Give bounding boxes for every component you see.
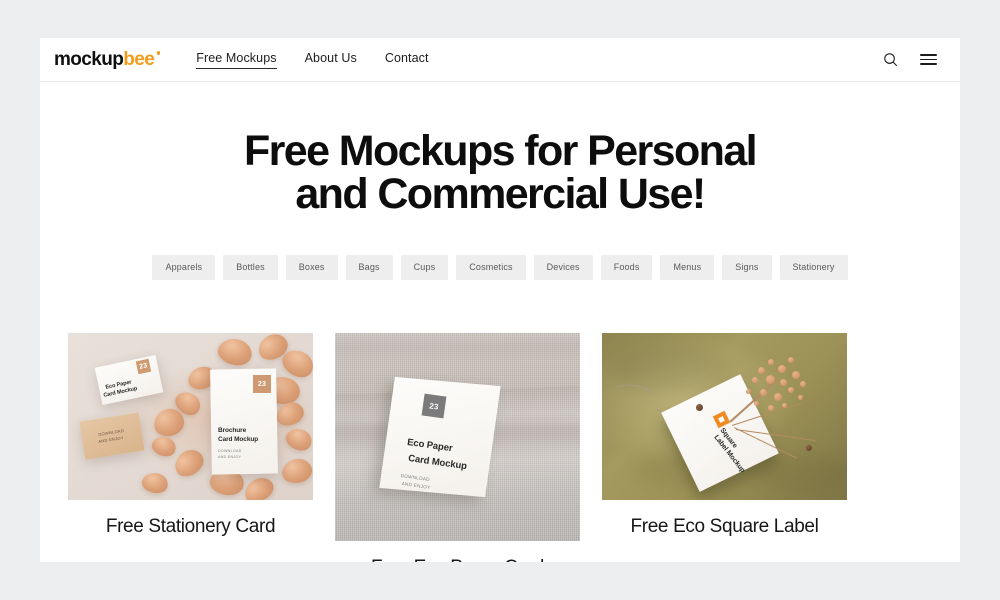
category-chip-list: Apparels Bottles Boxes Bags Cups Cosmeti… (100, 255, 900, 280)
site-header: mockupbee Free Mockups About Us Contact (40, 38, 960, 82)
category-chip-cosmetics[interactable]: Cosmetics (456, 255, 526, 280)
main-nav: Free Mockups About Us Contact (196, 51, 429, 69)
hero-section: Free Mockups for Personal and Commercial… (40, 82, 960, 280)
nav-link-about-us[interactable]: About Us (305, 51, 357, 69)
thumb-brochure-sub1: DOWNLOAD (218, 449, 242, 453)
card-thumbnail-square-label: Square Label Mockup (602, 333, 847, 500)
mockup-card-grid: 23 Brochure Card Mockup DOWNLOAD AND ENJ… (40, 333, 960, 562)
thumb-badge-small: 23 (135, 358, 152, 375)
brand-logo[interactable]: mockupbee (54, 49, 161, 70)
nav-link-contact[interactable]: Contact (385, 51, 429, 69)
category-chip-bags[interactable]: Bags (345, 255, 393, 280)
card-title: Free Eco Square Label (630, 516, 819, 537)
mockup-card[interactable]: Square Label Mockup Free Eco Square Labe… (602, 333, 847, 538)
page-panel: mockupbee Free Mockups About Us Contact … (40, 38, 960, 562)
hamburger-lines (919, 54, 937, 65)
hamburger-menu-icon[interactable] (918, 50, 938, 70)
mockup-card[interactable]: 23 Eco Paper Card Mockup DOWNLOAD AND EN… (335, 333, 580, 562)
brand-logo-accent: bee (123, 49, 155, 70)
header-actions (880, 50, 938, 70)
mockup-card[interactable]: 23 Brochure Card Mockup DOWNLOAD AND ENJ… (68, 333, 313, 538)
card-title: Free Stationery Card (105, 516, 276, 537)
category-chip-boxes[interactable]: Boxes (285, 255, 338, 280)
thumb-brochure-sub2: AND ENJOY (218, 455, 242, 459)
card-thumbnail-eco-paper: 23 Eco Paper Card Mockup DOWNLOAD AND EN… (335, 333, 580, 541)
category-chip-stationery[interactable]: Stationery (779, 255, 848, 280)
thumb-badge: 23 (253, 375, 271, 393)
category-chip-devices[interactable]: Devices (533, 255, 593, 280)
category-chip-cups[interactable]: Cups (400, 255, 449, 280)
category-chip-menus[interactable]: Menus (660, 255, 715, 280)
search-icon[interactable] (880, 50, 900, 70)
thumb-brochure-line2: Card Mockup (218, 436, 259, 443)
nav-link-free-mockups[interactable]: Free Mockups (196, 51, 277, 69)
card-title: Free Eco Paper Card (335, 557, 580, 562)
cushion-seam-top (335, 341, 580, 357)
category-chip-bottles[interactable]: Bottles (223, 255, 278, 280)
brand-dot-icon (156, 51, 161, 55)
thumb-brochure-line1: Brochure (218, 427, 247, 434)
card-thumbnail-stationery: 23 Brochure Card Mockup DOWNLOAD AND ENJ… (68, 333, 313, 500)
page-title: Free Mockups for Personal and Commercial… (244, 127, 758, 218)
thumb-badge: 23 (421, 393, 447, 419)
category-chip-apparels[interactable]: Apparels (152, 255, 216, 280)
brand-logo-main: mockup (54, 49, 124, 70)
category-chip-foods[interactable]: Foods (600, 255, 653, 280)
category-chip-signs[interactable]: Signs (722, 255, 772, 280)
